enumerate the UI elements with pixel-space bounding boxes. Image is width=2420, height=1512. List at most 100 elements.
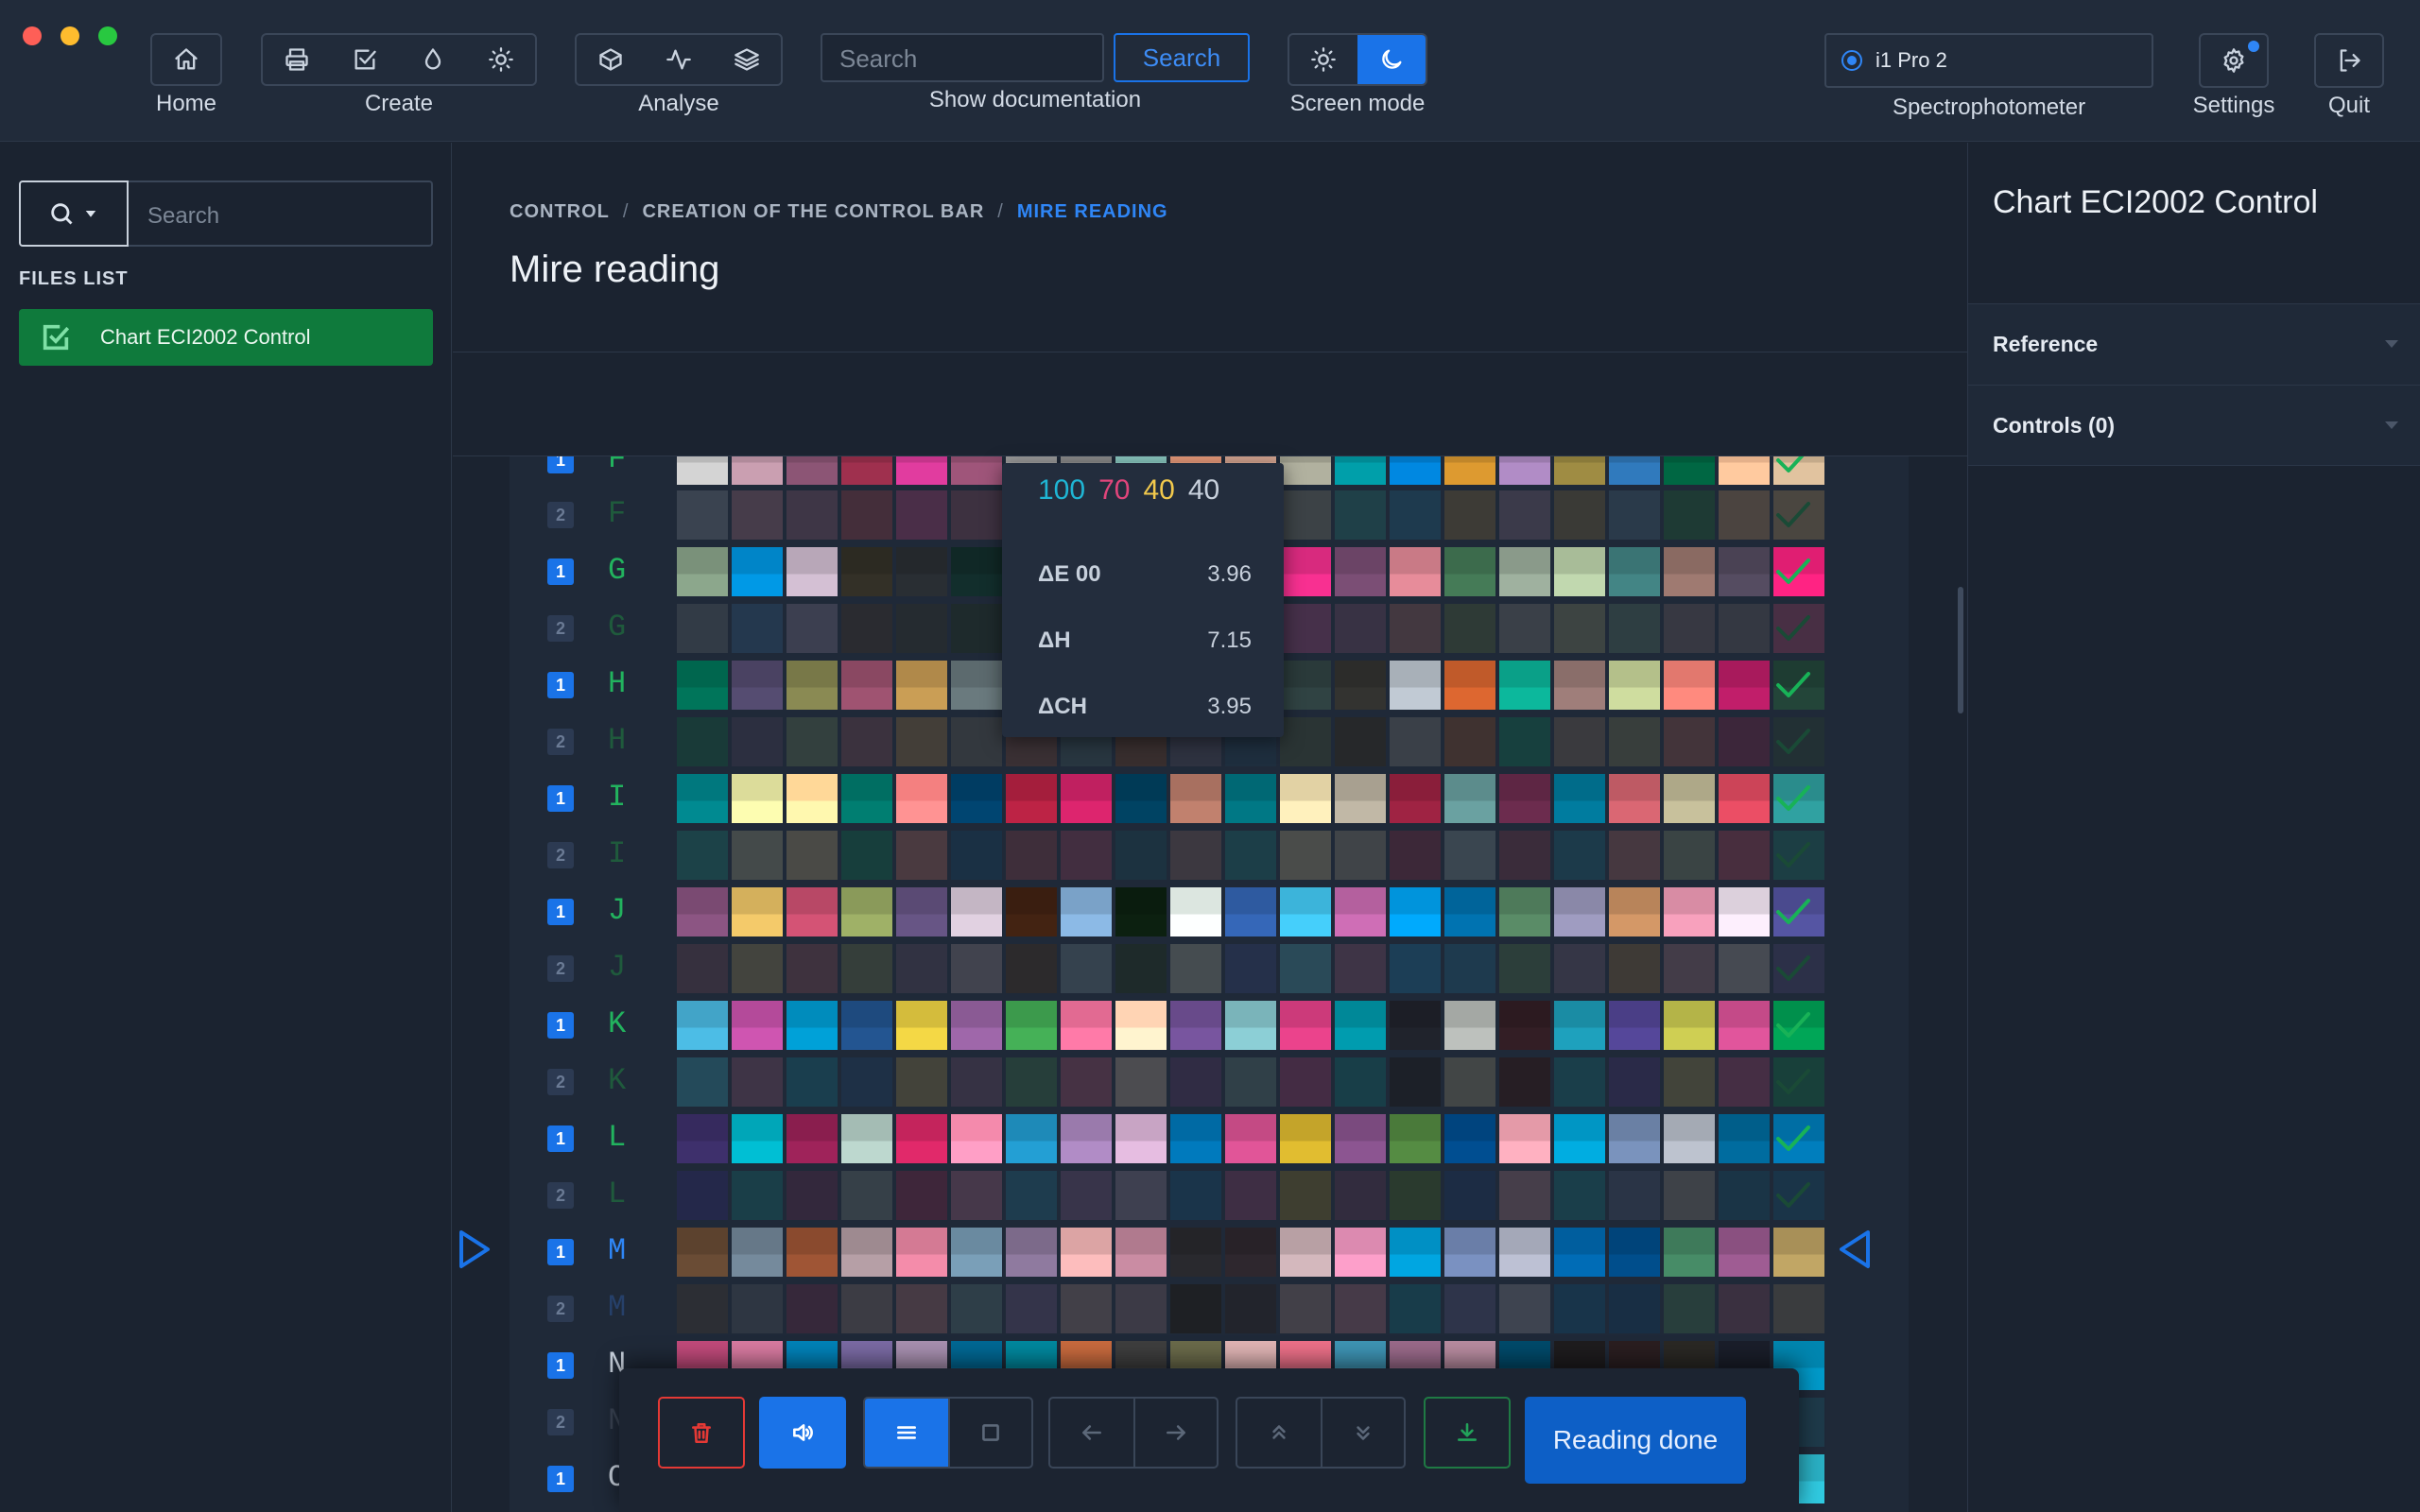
color-patch[interactable]	[1719, 490, 1770, 540]
breadcrumb-item-control-bar[interactable]: CREATION OF THE CONTROL BAR	[642, 201, 984, 223]
color-patch[interactable]	[896, 1001, 947, 1050]
color-patch[interactable]	[1664, 774, 1715, 823]
color-patch[interactable]	[1554, 717, 1605, 766]
color-patch[interactable]	[1390, 490, 1441, 540]
color-patch[interactable]	[1225, 1228, 1276, 1277]
color-patch[interactable]	[1061, 1057, 1112, 1107]
quit-button[interactable]	[2314, 33, 2384, 88]
print-button[interactable]	[263, 35, 331, 84]
color-patch[interactable]	[1554, 944, 1605, 993]
color-patch[interactable]	[786, 490, 838, 540]
color-patch[interactable]	[841, 831, 892, 880]
color-patch[interactable]	[1390, 944, 1441, 993]
next-button[interactable]	[1133, 1399, 1217, 1467]
color-patch[interactable]	[841, 1228, 892, 1277]
color-patch[interactable]	[1115, 1057, 1167, 1107]
color-patch[interactable]	[1444, 1284, 1495, 1333]
color-patch[interactable]	[732, 887, 783, 936]
curve-button[interactable]	[645, 35, 713, 84]
color-patch[interactable]	[1719, 831, 1770, 880]
color-patch[interactable]	[1554, 456, 1605, 485]
color-patch[interactable]	[951, 944, 1002, 993]
color-patch[interactable]	[951, 887, 1002, 936]
color-patch[interactable]	[1170, 1284, 1221, 1333]
chart-row[interactable]: 1I	[510, 770, 1909, 827]
color-patch[interactable]	[1664, 456, 1715, 485]
color-patch[interactable]	[1444, 887, 1495, 936]
color-patch[interactable]	[786, 1001, 838, 1050]
color-patch[interactable]	[1664, 604, 1715, 653]
color-patch[interactable]	[1061, 1284, 1112, 1333]
color-patch[interactable]	[786, 1284, 838, 1333]
color-patch[interactable]	[951, 547, 1002, 596]
color-patch[interactable]	[1280, 1171, 1331, 1220]
color-patch[interactable]	[1499, 1171, 1550, 1220]
color-patch[interactable]	[732, 774, 783, 823]
color-patch[interactable]	[1390, 774, 1441, 823]
color-patch[interactable]	[1719, 1284, 1770, 1333]
color-patch[interactable]	[1390, 1228, 1441, 1277]
color-patch[interactable]	[1225, 1171, 1276, 1220]
color-patch[interactable]	[1499, 1001, 1550, 1050]
color-patch[interactable]	[1335, 490, 1386, 540]
color-patch[interactable]	[1664, 1001, 1715, 1050]
color-patch[interactable]	[1225, 944, 1276, 993]
color-patch[interactable]	[896, 1114, 947, 1163]
color-patch[interactable]	[841, 604, 892, 653]
color-patch[interactable]	[841, 1284, 892, 1333]
color-patch[interactable]	[1444, 1171, 1495, 1220]
color-patch[interactable]	[1280, 717, 1331, 766]
color-patch[interactable]	[951, 1171, 1002, 1220]
color-patch[interactable]	[1664, 661, 1715, 710]
color-patch[interactable]	[1170, 887, 1221, 936]
color-patch[interactable]	[1609, 490, 1660, 540]
ink-button[interactable]	[399, 35, 467, 84]
spectrophotometer-select[interactable]: i1 Pro 2	[1824, 33, 2153, 88]
color-patch[interactable]	[1335, 1001, 1386, 1050]
color-patch[interactable]	[1390, 1171, 1441, 1220]
color-patch[interactable]	[1115, 774, 1167, 823]
breadcrumb-item-control[interactable]: CONTROL	[510, 201, 610, 223]
color-patch[interactable]	[841, 1057, 892, 1107]
color-patch[interactable]	[732, 831, 783, 880]
color-patch[interactable]	[1061, 1228, 1112, 1277]
color-patch[interactable]	[1115, 944, 1167, 993]
color-patch[interactable]	[1225, 1284, 1276, 1333]
color-patch[interactable]	[951, 831, 1002, 880]
home-button[interactable]	[152, 35, 220, 84]
color-patch[interactable]	[786, 774, 838, 823]
color-patch[interactable]	[732, 547, 783, 596]
color-patch[interactable]	[1499, 547, 1550, 596]
color-patch[interactable]	[1554, 1284, 1605, 1333]
color-patch[interactable]	[786, 887, 838, 936]
chart-row[interactable]: 2I	[510, 827, 1909, 884]
color-patch[interactable]	[1006, 1057, 1057, 1107]
color-patch[interactable]	[1006, 1284, 1057, 1333]
color-patch[interactable]	[951, 661, 1002, 710]
color-patch[interactable]	[786, 661, 838, 710]
color-patch[interactable]	[1664, 717, 1715, 766]
color-patch[interactable]	[786, 1114, 838, 1163]
color-patch[interactable]	[1609, 1114, 1660, 1163]
color-patch[interactable]	[1609, 717, 1660, 766]
color-patch[interactable]	[677, 661, 728, 710]
single-view-button[interactable]	[948, 1399, 1031, 1467]
color-patch[interactable]	[1170, 1057, 1221, 1107]
color-patch[interactable]	[1499, 887, 1550, 936]
checklist-button[interactable]	[331, 35, 399, 84]
color-patch[interactable]	[1664, 1228, 1715, 1277]
color-patch[interactable]	[1390, 887, 1441, 936]
color-patch[interactable]	[1390, 1284, 1441, 1333]
color-patch[interactable]	[896, 604, 947, 653]
color-patch[interactable]	[1609, 1057, 1660, 1107]
color-patch[interactable]	[1664, 1057, 1715, 1107]
files-search-input[interactable]: Search	[129, 180, 433, 247]
color-patch[interactable]	[951, 774, 1002, 823]
color-patch[interactable]	[1170, 1171, 1221, 1220]
color-patch[interactable]	[1609, 604, 1660, 653]
color-patch[interactable]	[1719, 1057, 1770, 1107]
color-patch[interactable]	[786, 604, 838, 653]
color-patch[interactable]	[732, 1001, 783, 1050]
light-mode-button[interactable]	[1289, 35, 1357, 84]
color-patch[interactable]	[1554, 1001, 1605, 1050]
